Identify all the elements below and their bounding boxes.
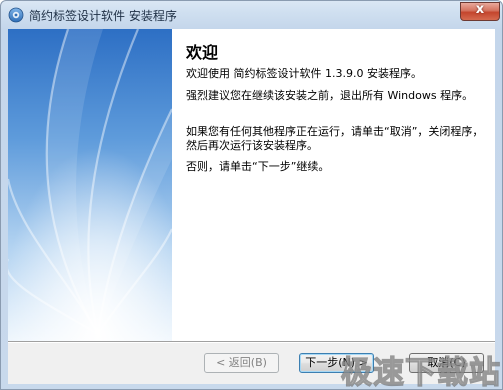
continue-instruction: 否则，请单击“下一步”继续。 — [186, 160, 330, 173]
welcome-text: 欢迎使用 简约标签设计软件 1.3.9.0 安装程序。 — [186, 67, 422, 80]
next-button[interactable]: 下一步(N) > — [299, 353, 374, 373]
close-icon: x — [475, 2, 485, 17]
back-button[interactable]: < 返回(B) — [204, 353, 279, 373]
close-button[interactable]: x — [460, 2, 500, 21]
client-area: 欢迎 欢迎使用 简约标签设计软件 1.3.9.0 安装程序。 强烈建议您在继续该… — [8, 29, 495, 384]
cancel-instruction: 如果您有任何其他程序正在运行，请单击“取消”，关闭程序，然后再次运行该安装程序。 — [186, 125, 484, 152]
welcome-banner-image — [8, 29, 172, 341]
close-programs-advice: 强烈建议您在继续该安装之前，退出所有 Windows 程序。 — [186, 89, 474, 102]
title-bar[interactable]: 简约标签设计软件 安装程序 x — [1, 1, 502, 29]
window-title: 简约标签设计软件 安装程序 — [29, 9, 177, 23]
installer-app-icon — [8, 7, 24, 23]
installer-window: 简约标签设计软件 安装程序 x 欢迎 欢迎使用 简约标签设计软件 1.3.9.0… — [0, 0, 503, 390]
footer-divider — [8, 341, 495, 343]
cancel-button[interactable]: 取消(C) — [409, 353, 484, 373]
page-heading: 欢迎 — [186, 43, 219, 62]
welcome-content-panel: 欢迎 欢迎使用 简约标签设计软件 1.3.9.0 安装程序。 强烈建议您在继续该… — [172, 29, 495, 341]
